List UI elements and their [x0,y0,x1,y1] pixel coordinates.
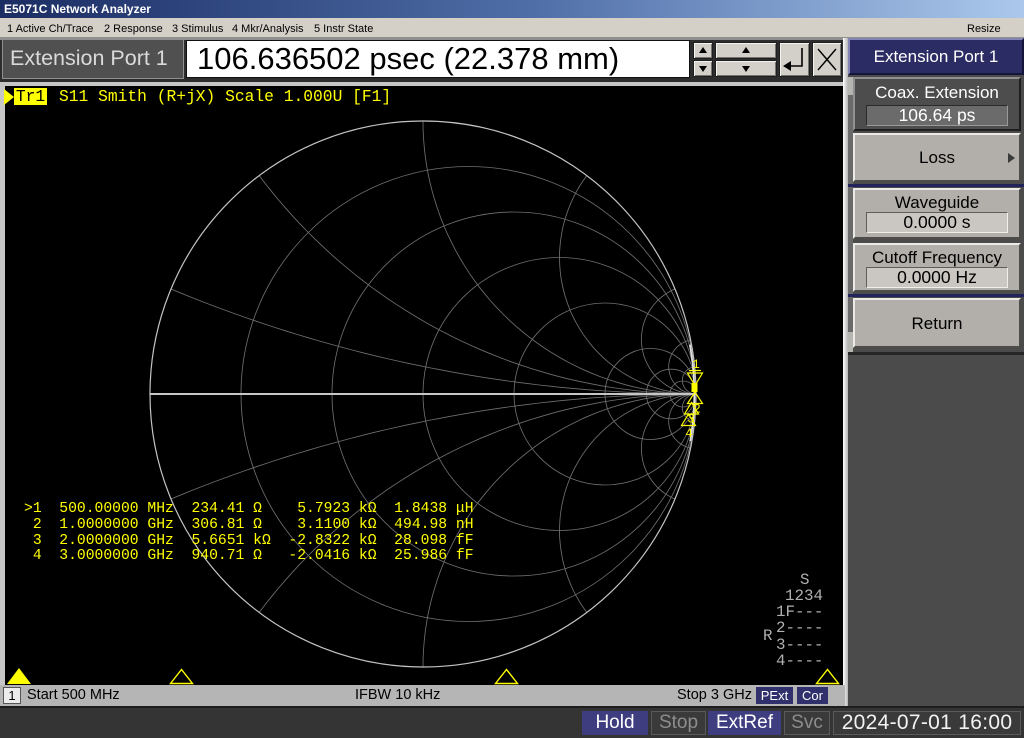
svg-text:1: 1 [692,358,700,372]
svg-text:3: 3 [687,413,695,427]
svg-text:4: 4 [685,427,693,441]
